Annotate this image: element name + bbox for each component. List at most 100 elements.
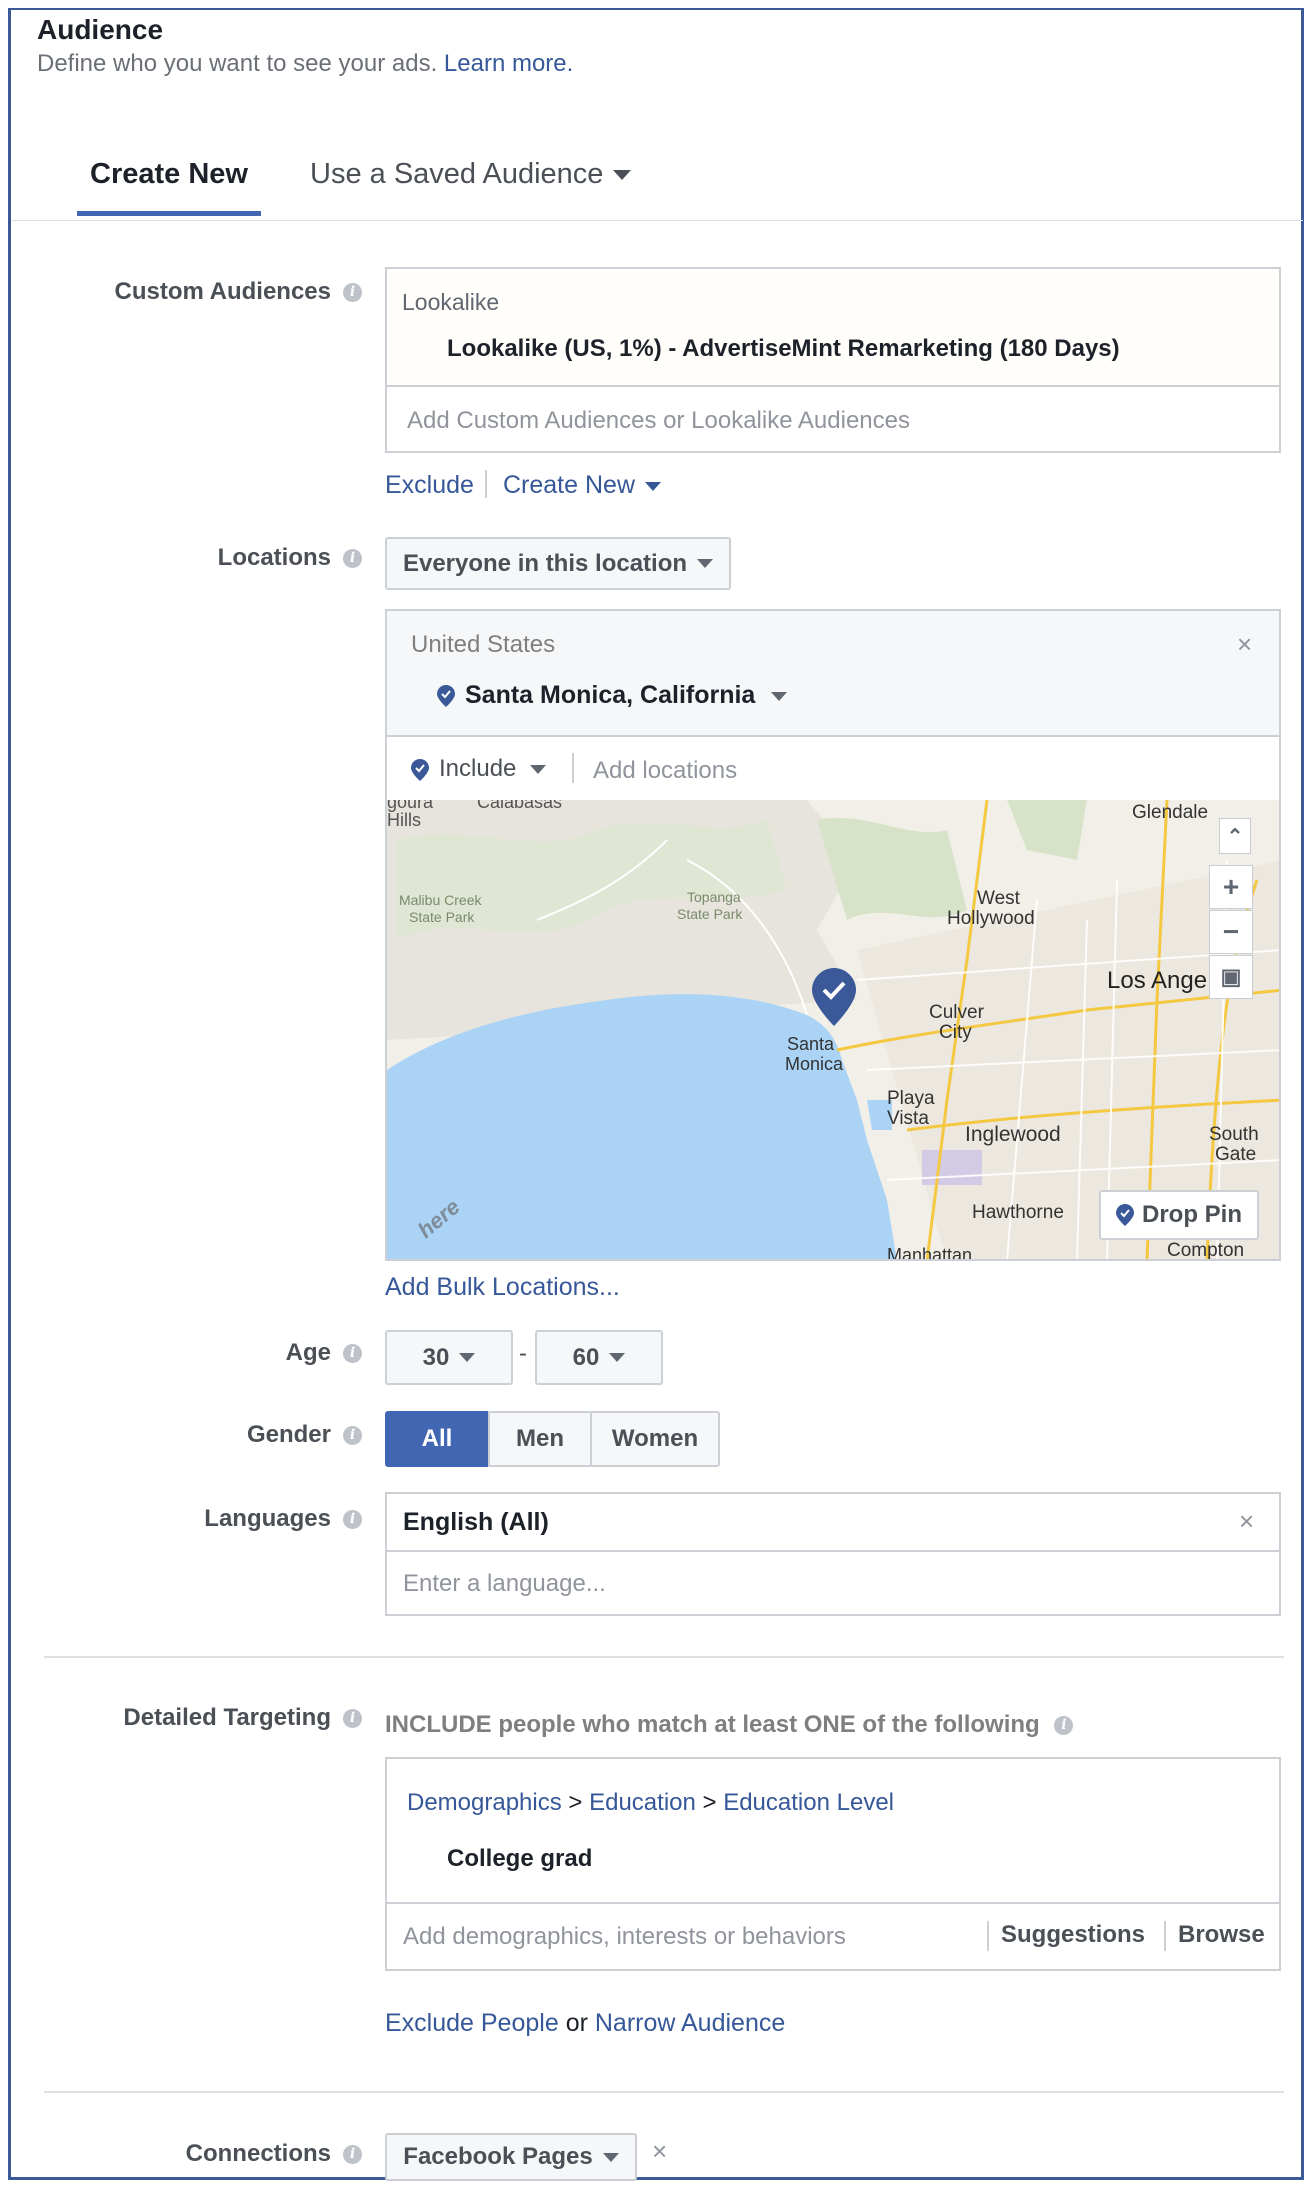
chevron-down-icon	[530, 765, 547, 775]
divider	[387, 385, 1279, 387]
divider	[987, 1921, 989, 1951]
map-label: Manhattan	[887, 1245, 972, 1261]
close-icon[interactable]: ×	[1237, 629, 1252, 660]
gender-men-button[interactable]: Men	[488, 1411, 592, 1467]
age-max-dropdown[interactable]: 60	[535, 1330, 663, 1385]
targeting-actions: Exclude People or Narrow Audience	[385, 2009, 785, 2038]
create-new-audience-link[interactable]: Create New	[503, 471, 661, 500]
targeting-input[interactable]: Add demographics, interests or behaviors	[403, 1923, 846, 1951]
breadcrumb-education-level[interactable]: Education Level	[723, 1789, 894, 1816]
close-icon[interactable]: ×	[1239, 1506, 1254, 1537]
section-divider	[44, 1656, 1284, 1658]
selected-targeting[interactable]: College grad	[447, 1845, 592, 1873]
breadcrumb-demographics[interactable]: Demographics	[407, 1789, 562, 1816]
subtitle-text: Define who you want to see your ads.	[37, 50, 438, 77]
location-pin-icon	[437, 685, 455, 708]
languages-box: English (All) × Enter a language...	[385, 1492, 1281, 1616]
map-label: Vista	[887, 1108, 929, 1129]
age-min-dropdown[interactable]: 30	[385, 1330, 513, 1385]
map-label: West	[977, 888, 1021, 909]
info-icon[interactable]: i	[343, 2145, 362, 2164]
targeting-heading-text: INCLUDE people who match at least ONE of…	[385, 1711, 1040, 1738]
suggestions-button[interactable]: Suggestions	[1001, 1921, 1145, 1949]
map-label: City	[939, 1022, 972, 1043]
selected-language[interactable]: English (All)	[403, 1508, 549, 1537]
add-bulk-locations-link[interactable]: Add Bulk Locations...	[385, 1273, 620, 1302]
gender-women-button[interactable]: Women	[590, 1411, 720, 1467]
info-icon[interactable]: i	[343, 1510, 362, 1529]
map-label: Malibu Creek	[399, 892, 482, 908]
breadcrumb: Demographics > Education > Education Lev…	[407, 1789, 894, 1817]
close-icon[interactable]: ×	[652, 2136, 667, 2167]
selected-audiences	[387, 269, 1279, 385]
map-collapse-button[interactable]: ⌃	[1219, 818, 1251, 854]
connections-label: Connections	[185, 2140, 331, 2167]
browse-button[interactable]: Browse	[1178, 1921, 1265, 1949]
gender-all-button[interactable]: All	[385, 1411, 489, 1467]
info-icon[interactable]: i	[343, 1709, 362, 1728]
custom-audiences-label: Custom Audiences	[114, 278, 331, 305]
breadcrumb-separator: >	[568, 1789, 583, 1816]
map-label: Glendale	[1132, 802, 1208, 823]
divider	[387, 1550, 1279, 1552]
location-pin-icon	[411, 758, 429, 781]
age-range-dash: -	[519, 1340, 527, 1367]
breadcrumb-education[interactable]: Education	[589, 1789, 696, 1816]
selected-location[interactable]: Santa Monica, California	[437, 681, 788, 710]
detailed-targeting-label: Detailed Targeting	[123, 1704, 331, 1731]
include-dropdown[interactable]: Include	[411, 755, 547, 783]
section-subtitle: Define who you want to see your ads. Lea…	[37, 50, 573, 78]
map-label: Santa	[787, 1034, 835, 1054]
chevron-down-icon	[697, 559, 714, 568]
create-new-label: Create New	[503, 471, 635, 499]
info-icon[interactable]: i	[1054, 1716, 1074, 1736]
map-label: Hills	[387, 810, 421, 830]
targeting-heading: INCLUDE people who match at least ONE of…	[385, 1711, 1074, 1739]
section-divider	[44, 2091, 1284, 2093]
locations-label: Locations	[217, 544, 331, 571]
map-label: Playa	[887, 1088, 935, 1109]
or-text: or	[565, 2009, 588, 2037]
audience-group-label: Lookalike	[402, 289, 500, 315]
custom-audience-input[interactable]: Add Custom Audiences or Lookalike Audien…	[407, 407, 910, 435]
custom-audiences-box: Lookalike Lookalike (US, 1%) - Advertise…	[385, 267, 1281, 453]
chevron-down-icon	[613, 170, 632, 181]
chevron-down-icon	[645, 481, 661, 491]
connections-dropdown[interactable]: Facebook Pages	[385, 2133, 637, 2181]
info-icon[interactable]: i	[343, 1344, 362, 1363]
tab-saved-audience[interactable]: Use a Saved Audience	[310, 158, 632, 216]
exclude-people-link[interactable]: Exclude People	[385, 2009, 559, 2037]
drop-pin-button[interactable]: Drop Pin	[1099, 1190, 1259, 1240]
selected-audience[interactable]: Lookalike (US, 1%) - AdvertiseMint Remar…	[447, 335, 1120, 363]
language-input[interactable]: Enter a language...	[403, 1570, 606, 1598]
info-icon[interactable]: i	[343, 549, 362, 568]
connections-label-value: Facebook Pages	[403, 2143, 593, 2170]
zoom-in-button[interactable]: +	[1209, 865, 1253, 909]
location-type-dropdown[interactable]: Everyone in this location	[385, 537, 731, 590]
age-min-value: 30	[422, 1343, 450, 1371]
recenter-icon[interactable]: ▣	[1209, 955, 1253, 999]
tab-create-new[interactable]: Create New	[77, 158, 261, 216]
location-map[interactable]: goura Hills Calabasas Glendale Malibu Cr…	[385, 800, 1281, 1261]
learn-more-link[interactable]: Learn more.	[444, 50, 573, 77]
map-label: Topanga	[687, 889, 741, 905]
add-locations-input[interactable]: Add locations	[593, 757, 737, 785]
info-icon[interactable]: i	[343, 1426, 362, 1445]
map-label: Culver	[929, 1002, 985, 1023]
location-box: United States × Santa Monica, California…	[385, 609, 1281, 801]
location-name: Santa Monica, California	[465, 681, 756, 709]
country-label: United States	[411, 631, 556, 658]
narrow-audience-link[interactable]: Narrow Audience	[595, 2009, 785, 2037]
targeting-box: Demographics > Education > Education Lev…	[385, 1757, 1281, 1971]
gender-label: Gender	[246, 1421, 331, 1448]
chevron-down-icon	[609, 1353, 626, 1362]
zoom-out-button[interactable]: −	[1209, 910, 1253, 954]
exclude-audience-link[interactable]: Exclude	[385, 471, 474, 500]
tab-saved-label: Use a Saved Audience	[310, 158, 604, 190]
map-label: Compton	[1167, 1240, 1244, 1261]
info-icon[interactable]: i	[343, 283, 362, 302]
chevron-down-icon	[602, 2152, 619, 2162]
location-pin-icon	[1116, 1204, 1134, 1226]
divider	[572, 753, 574, 783]
map-label: Calabasas	[477, 800, 562, 812]
